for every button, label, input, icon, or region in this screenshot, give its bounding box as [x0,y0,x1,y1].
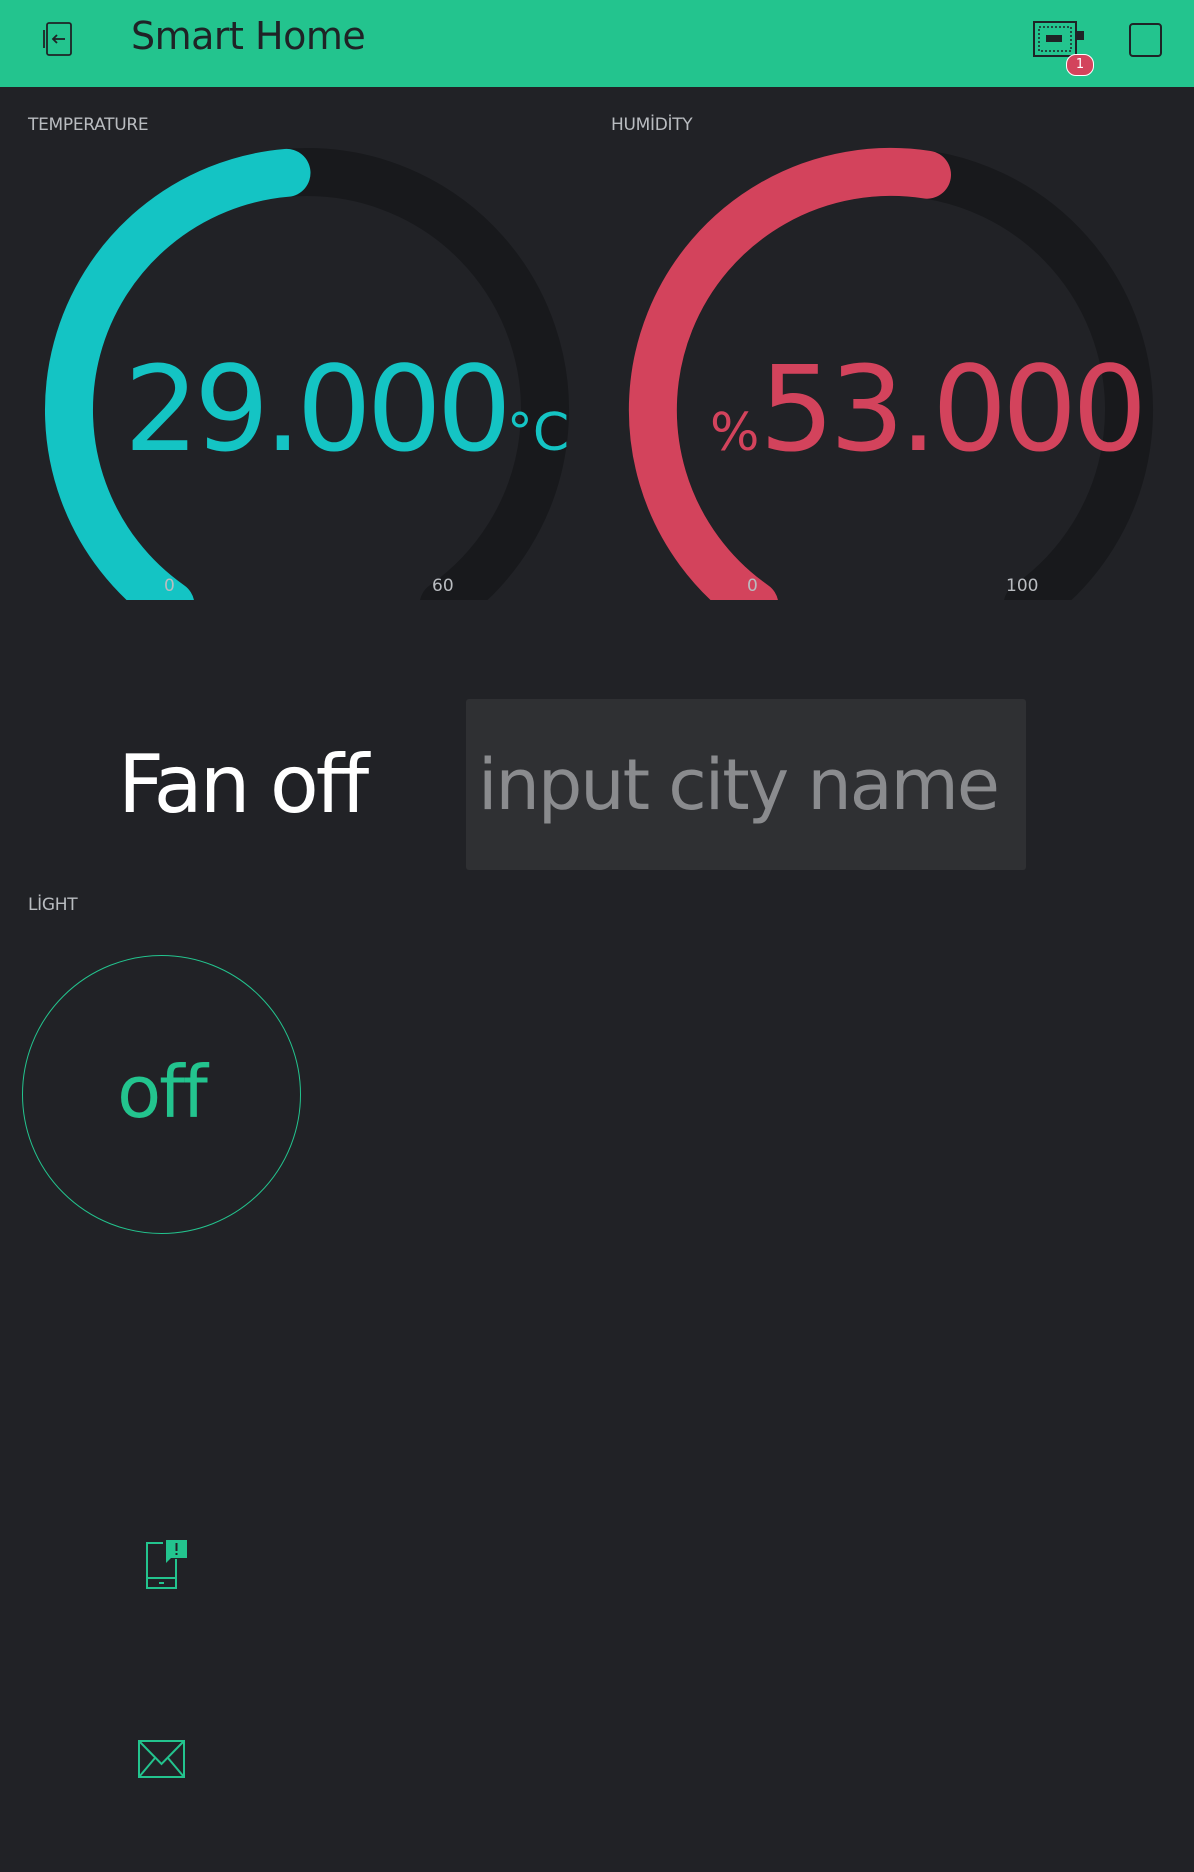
temperature-min: 0 [164,576,175,596]
light-label: LİGHT [28,895,78,915]
email-icon[interactable] [137,1738,187,1780]
app-screen: Smart Home 1 TEMPERATURE 29.000°C 0 60 H… [0,0,1194,1872]
app-title: Smart Home [131,14,366,58]
humidity-value-display: %53.000 [710,340,1147,478]
humidity-value: 53.000 [759,340,1147,478]
humidity-min: 0 [747,576,758,596]
temperature-value: 29.000 [124,340,512,478]
fan-status-label: Fan off [118,738,369,831]
device-board-icon[interactable] [1032,19,1086,59]
light-toggle-button[interactable]: off [22,955,301,1234]
light-button-text: off [117,1049,208,1134]
temperature-value-display: 29.000°C [124,340,569,478]
phone-notification-icon[interactable] [140,1535,192,1591]
notification-badge: 1 [1066,54,1094,76]
top-bar: Smart Home 1 [0,0,1194,87]
temperature-unit: °C [506,403,570,463]
humidity-unit: % [710,403,760,463]
square-icon[interactable] [1128,22,1164,58]
humidity-max: 100 [1006,576,1039,596]
exit-project-icon[interactable] [41,20,79,58]
temperature-max: 60 [432,576,454,596]
city-name-input[interactable] [466,699,1026,870]
